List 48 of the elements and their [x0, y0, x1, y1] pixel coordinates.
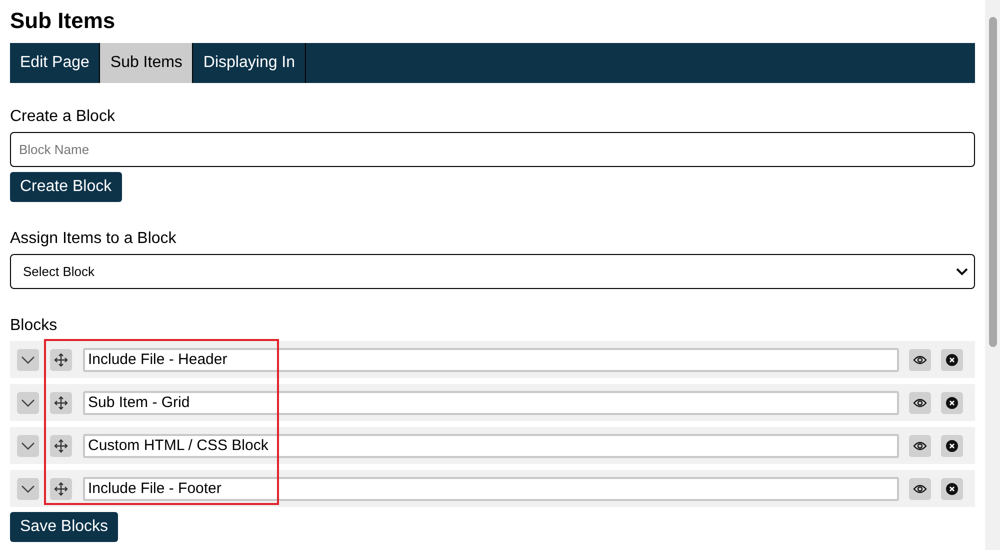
move-icon: [54, 396, 68, 410]
section-label: Assign Items to a Block: [10, 230, 178, 248]
delete-button[interactable]: [941, 392, 963, 414]
expand-button[interactable]: [17, 392, 39, 414]
block-name-field[interactable]: Block Name: [10, 132, 975, 167]
view-button[interactable]: [909, 434, 931, 456]
view-button[interactable]: [909, 478, 931, 500]
close-icon: [946, 482, 958, 494]
expand-button[interactable]: [17, 478, 39, 500]
delete-button[interactable]: [941, 478, 963, 500]
close-icon: [946, 354, 958, 366]
chevron-down-icon: [956, 268, 968, 276]
eye-icon: [913, 354, 927, 364]
move-icon: [54, 438, 68, 452]
create-block-button[interactable]: Create Block: [10, 172, 122, 202]
chevron-down-icon: [21, 442, 35, 450]
expand-button[interactable]: [17, 434, 39, 456]
block-name-input[interactable]: Sub Item - Grid: [83, 390, 899, 414]
view-button[interactable]: [909, 392, 931, 414]
tab[interactable]: Sub Items: [100, 43, 194, 83]
scrollbar[interactable]: [985, 0, 1000, 550]
chevron-down-icon: [21, 356, 35, 364]
block-select[interactable]: Select Block: [10, 254, 975, 289]
eye-icon: [913, 398, 927, 408]
eye-icon: [913, 484, 927, 494]
drag-handle[interactable]: [50, 434, 72, 456]
drag-handle[interactable]: [50, 392, 72, 414]
page-title: Sub Items: [10, 8, 116, 34]
eye-icon: [913, 440, 927, 450]
drag-handle[interactable]: [50, 478, 72, 500]
move-icon: [54, 482, 68, 496]
section-label: Blocks: [10, 317, 58, 335]
view-button[interactable]: [909, 348, 931, 370]
move-icon: [54, 352, 68, 366]
drag-handle[interactable]: [50, 348, 72, 370]
delete-button[interactable]: [941, 348, 963, 370]
delete-button[interactable]: [941, 434, 963, 456]
chevron-down-icon: [21, 484, 35, 492]
block-name-input[interactable]: Include File - Footer: [83, 476, 899, 500]
save-blocks-button[interactable]: Save Blocks: [10, 512, 118, 542]
block-name-input[interactable]: Include File - Header: [83, 348, 899, 372]
chevron-down-icon: [21, 398, 35, 406]
block-name-input[interactable]: Custom HTML / CSS Block: [83, 434, 899, 458]
section-label: Create a Block: [10, 108, 116, 126]
close-icon: [946, 396, 958, 408]
scrollbar-thumb[interactable]: [988, 17, 996, 347]
expand-button[interactable]: [17, 348, 39, 370]
close-icon: [946, 440, 958, 452]
